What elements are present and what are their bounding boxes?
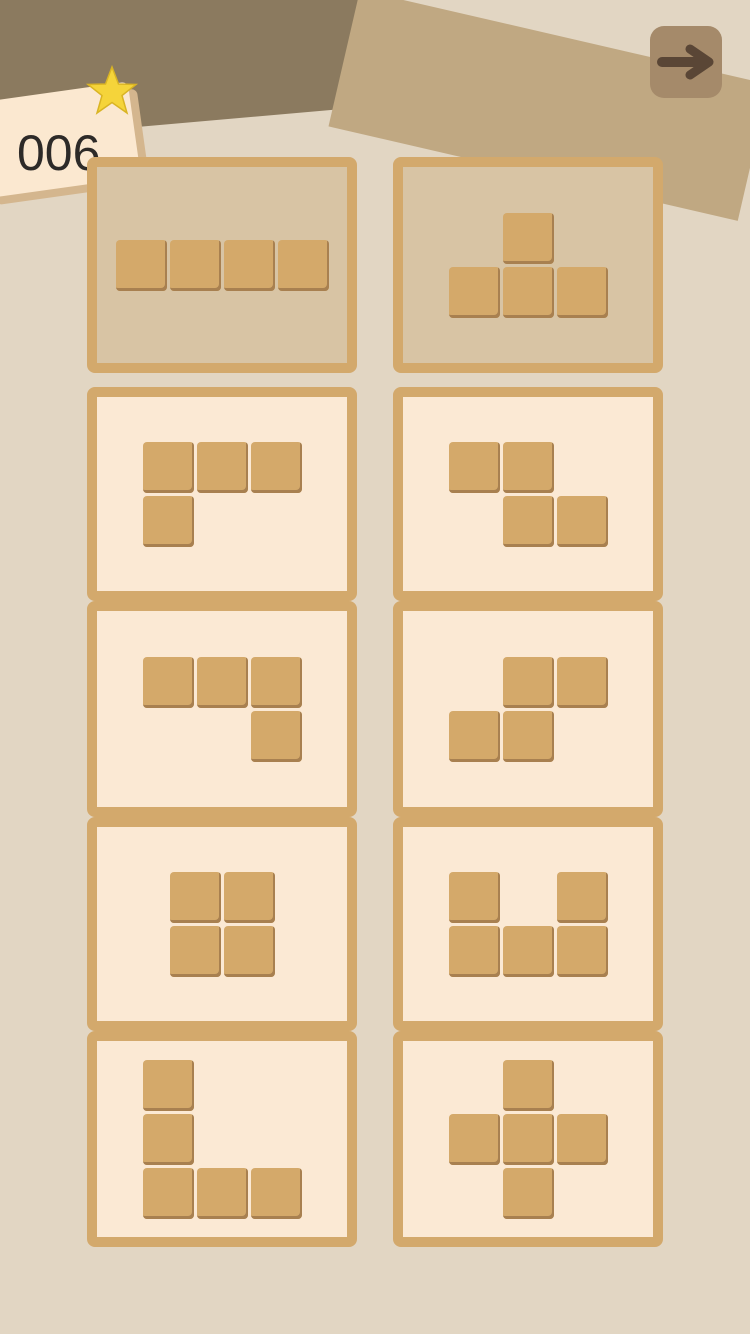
piece-block [143,442,194,493]
piece-block [557,267,608,318]
piece-card-j3[interactable] [87,601,357,817]
piece-block [143,1168,194,1219]
piece-block [557,872,608,923]
piece-block [170,240,221,291]
piece-block [116,240,167,291]
piece-block [143,496,194,547]
piece-block [503,213,554,264]
piece-block [449,267,500,318]
piece-block [503,657,554,708]
piece-block [503,442,554,493]
piece-block [503,926,554,977]
piece-grid [0,0,750,1334]
piece-card-o[interactable] [87,817,357,1031]
piece-block [170,926,221,977]
piece-block [170,872,221,923]
piece-block [503,496,554,547]
piece-block [503,267,554,318]
piece-block [143,1114,194,1165]
piece-block [224,872,275,923]
piece-block [197,442,248,493]
piece-block [278,240,329,291]
piece-block [251,657,302,708]
piece-block [251,711,302,762]
piece-block [503,711,554,762]
piece-block [197,657,248,708]
piece-block [503,1168,554,1219]
piece-card-v[interactable] [87,1031,357,1247]
piece-card-t[interactable] [393,157,663,373]
piece-block [503,1114,554,1165]
piece-block [251,442,302,493]
piece-block [449,926,500,977]
piece-block [224,240,275,291]
piece-card-s[interactable] [393,601,663,817]
piece-block [197,1168,248,1219]
piece-block [503,1060,554,1111]
piece-card-i[interactable] [87,157,357,373]
piece-block [449,1114,500,1165]
piece-block [557,657,608,708]
piece-block [224,926,275,977]
piece-block [143,1060,194,1111]
piece-block [557,926,608,977]
piece-block [449,442,500,493]
piece-card-x[interactable] [393,1031,663,1247]
piece-card-u[interactable] [393,817,663,1031]
piece-block [557,1114,608,1165]
piece-block [143,657,194,708]
piece-block [449,711,500,762]
piece-block [449,872,500,923]
piece-card-z[interactable] [393,387,663,601]
piece-block [557,496,608,547]
piece-block [251,1168,302,1219]
piece-card-l3[interactable] [87,387,357,601]
